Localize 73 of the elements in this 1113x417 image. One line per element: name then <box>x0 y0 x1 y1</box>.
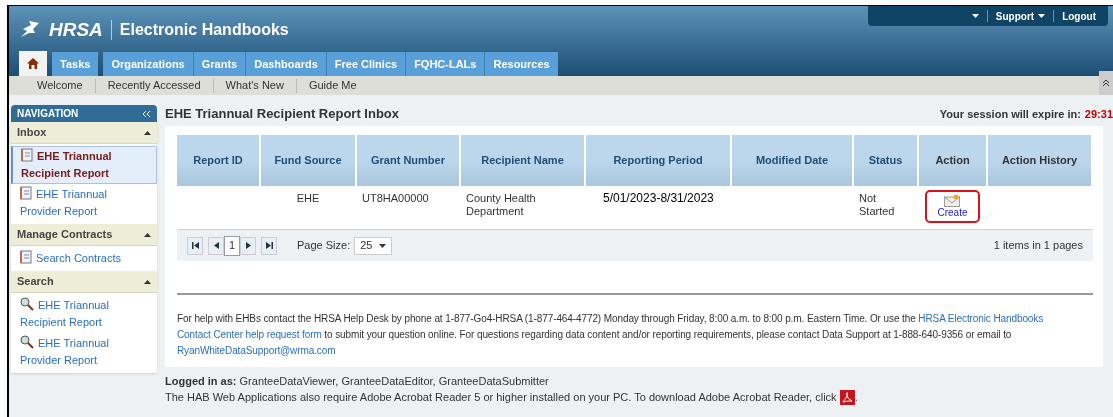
caret-up-icon <box>144 130 151 135</box>
last-page-icon <box>265 242 273 249</box>
support-menu[interactable]: Support <box>995 8 1046 24</box>
next-page-button[interactable] <box>240 236 256 255</box>
collapse-header-button[interactable] <box>1099 71 1113 95</box>
pdf-icon[interactable] <box>839 389 855 405</box>
help-link[interactable]: HRSA Electronic Handbooks <box>918 313 1044 324</box>
help-link[interactable]: Contact Center help request form <box>177 329 322 340</box>
first-page-icon <box>191 242 199 249</box>
caret-down-icon <box>971 14 979 18</box>
home-icon <box>27 58 39 69</box>
subnav-link[interactable]: Guide Me <box>308 77 357 94</box>
user-menu[interactable] <box>971 14 979 18</box>
adobe-notice: The HAB Web Applications also require Adobe Acrobat Reader 5 or higher installed on your PC. To download Adobe Acrobat Reader, click <box>165 390 837 405</box>
help-link[interactable]: RyanWhiteDataSupport@wrma.com <box>177 345 336 356</box>
sidebar-link[interactable]: EHE Triannual Provider Report <box>11 333 157 371</box>
document-icon <box>20 186 32 200</box>
page-size-label: Page Size: <box>297 238 351 254</box>
logo: HRSA <box>49 18 103 42</box>
subnav-link[interactable]: Welcome <box>37 77 83 94</box>
page-title: EHE Triannual Recipient Report Inbox <box>165 105 400 124</box>
help-paragraph: For help with EHBs contact the HRSA Help Desk by phone at 1-877-Go4-HRSA (1-877-464-4772) Monday through Friday, 8:00 a.m. to 8:00 p.m. Eastern Time. Or use the HRSA Electronic Handbooks Contact Center help request form to submit your question online. For questions regarding data content and/or reporting requirements, please contact Data Support at 1-888-640-9356 or email to RyanWhiteDataSupport@wrma.com <box>177 312 1045 358</box>
create-button[interactable]: Create <box>925 190 980 223</box>
page-number-button[interactable]: 1 <box>224 235 240 256</box>
adobe-notice-end: . <box>854 390 858 405</box>
sidebar-link[interactable]: EHE Triannual Provider Report <box>11 184 157 222</box>
page-size-select[interactable]: 25 <box>354 236 393 255</box>
last-page-button[interactable] <box>261 236 277 255</box>
column-header[interactable]: Action History <box>987 135 1092 186</box>
magnifier-icon <box>20 297 34 311</box>
document-icon <box>20 250 32 264</box>
column-header[interactable]: Reporting Period <box>585 135 731 186</box>
double-chevron-up-icon <box>1102 79 1110 87</box>
logged-in-text: Logged in as: GranteeDataViewer, GranteeDataEditor, GranteeDataSubmitter <box>165 374 550 389</box>
first-page-button[interactable] <box>187 236 203 255</box>
app-title: Electronic Handbooks <box>119 20 289 41</box>
caret-down-icon <box>379 243 387 248</box>
sidebar-link[interactable]: Search Contracts <box>11 248 157 269</box>
caret-down-icon <box>1038 14 1046 18</box>
logout-link[interactable]: Logout <box>1062 8 1096 24</box>
column-header[interactable]: Modified Date <box>731 135 853 186</box>
sidebar-section-header[interactable]: Manage Contracts <box>11 224 157 246</box>
table-cell: 5/01/2023-8/31/2023 <box>603 191 714 205</box>
column-header[interactable]: Status <box>853 135 918 186</box>
previous-page-button[interactable] <box>208 236 224 255</box>
sidebar-title: NAVIGATION <box>17 107 79 121</box>
envelope-icon <box>944 194 961 207</box>
caret-up-icon <box>144 279 151 284</box>
session-label: Your session will expire in: <box>939 106 1081 122</box>
caret-up-icon <box>144 232 151 237</box>
column-header[interactable]: Fund Source <box>260 135 356 186</box>
sidebar-link[interactable]: EHE Triannual Recipient Report <box>11 146 157 184</box>
subnav-link[interactable]: Recently Accessed <box>107 77 201 94</box>
previous-page-icon <box>212 242 220 249</box>
document-icon <box>21 148 33 162</box>
next-page-icon <box>244 242 252 249</box>
column-header[interactable]: Action <box>918 135 987 186</box>
sidebar-section-header[interactable]: Search <box>11 271 157 293</box>
subnav-link[interactable]: What's New <box>225 77 284 94</box>
table-cell: EHE <box>296 192 320 204</box>
pager-summary: 1 items in 1 pages <box>993 238 1083 254</box>
home-tab[interactable] <box>19 51 47 76</box>
column-header[interactable]: Grant Number <box>356 135 460 186</box>
collapse-icon[interactable] <box>142 109 151 118</box>
column-header[interactable]: Report ID <box>177 135 260 186</box>
table-cell: UT8HA00000 <box>362 192 429 204</box>
table-cell: County Health Department <box>466 192 536 217</box>
session-timer: 29:31 <box>1084 106 1113 122</box>
sidebar-section-header[interactable]: Inbox <box>11 122 157 144</box>
column-header[interactable]: Recipient Name <box>460 135 585 186</box>
magnifier-icon <box>20 335 34 349</box>
sidebar-link[interactable]: EHE Triannual Recipient Report <box>11 295 157 333</box>
table-cell-text: Not Started <box>859 192 896 218</box>
